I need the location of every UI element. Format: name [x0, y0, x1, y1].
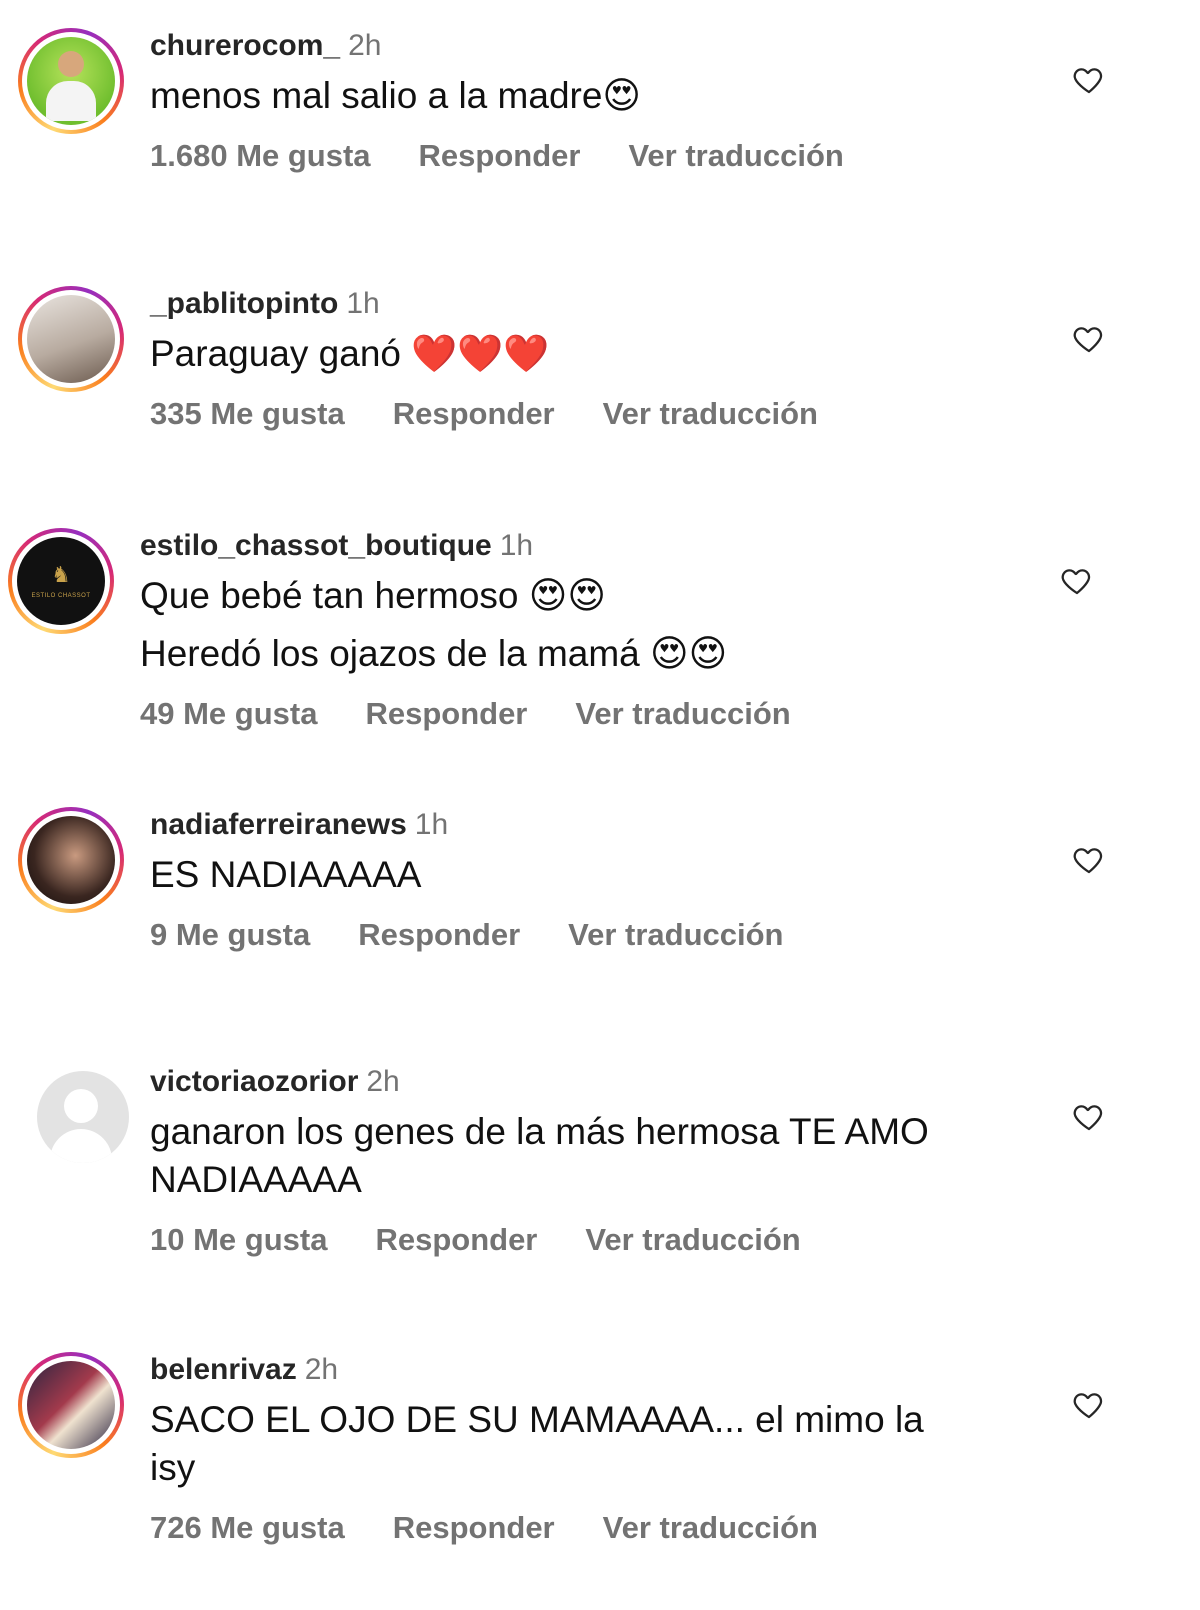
comment-username[interactable]: nadiaferreiranews — [150, 808, 407, 841]
comment-time: 1h — [414, 808, 449, 841]
heart-outline-icon[interactable] — [1060, 564, 1094, 598]
heart-outline-icon[interactable] — [1072, 1388, 1106, 1422]
reply-button[interactable]: Responder — [393, 396, 555, 431]
reply-button[interactable]: Responder — [365, 696, 527, 731]
see-translation-button[interactable]: Ver traducción — [585, 1222, 800, 1257]
comment-text: SACO EL OJO DE SU MAMAAAA... el mimo la … — [150, 1399, 924, 1488]
avatar[interactable] — [18, 1352, 124, 1458]
avatar[interactable] — [18, 807, 124, 913]
comment-text: ganaron los genes de la más hermosa TE A… — [150, 1111, 929, 1200]
likes-count[interactable]: 10 Me gusta — [150, 1222, 327, 1257]
comment-text: Paraguay ganó ❤️❤️❤️ — [150, 333, 550, 374]
heart-outline-icon[interactable] — [1072, 63, 1106, 97]
person-silhouette-icon — [37, 1071, 129, 1163]
heart-outline-icon[interactable] — [1072, 1100, 1106, 1134]
comment-text: menos mal salio a la madre😍 — [150, 75, 641, 116]
comment-time: 2h — [366, 1065, 400, 1098]
comment-time: 1h — [346, 287, 380, 320]
see-translation-button[interactable]: Ver traducción — [568, 917, 783, 952]
reply-button[interactable]: Responder — [375, 1222, 537, 1257]
likes-count[interactable]: 726 Me gusta — [150, 1510, 345, 1545]
reply-button[interactable]: Responder — [419, 138, 581, 173]
likes-count[interactable]: 9 Me gusta — [150, 917, 310, 952]
comment-text: Que bebé tan hermoso 😍😍 Heredó los ojazo… — [140, 575, 728, 674]
likes-count[interactable]: 335 Me gusta — [150, 396, 345, 431]
comment-username[interactable]: _pablitopinto — [150, 287, 338, 320]
comment-username[interactable]: belenrivaz — [150, 1353, 297, 1386]
heart-outline-icon[interactable] — [1072, 322, 1106, 356]
heart-outline-icon[interactable] — [1072, 843, 1106, 877]
see-translation-button[interactable]: Ver traducción — [575, 696, 790, 731]
see-translation-button[interactable]: Ver traducción — [603, 1510, 818, 1545]
avatar[interactable]: ♞ ESTILO CHASSOT — [8, 528, 114, 634]
comment-username[interactable]: estilo_chassot_boutique — [140, 529, 492, 562]
comment-time: 1h — [499, 529, 534, 562]
avatar[interactable] — [18, 286, 124, 392]
likes-count[interactable]: 49 Me gusta — [140, 696, 317, 731]
comment-time: 2h — [304, 1353, 339, 1386]
comment-username[interactable]: churerocom_ — [150, 29, 340, 62]
reply-button[interactable]: Responder — [358, 917, 520, 952]
avatar[interactable] — [18, 28, 124, 134]
likes-count[interactable]: 1.680 Me gusta — [150, 138, 371, 173]
comment-username[interactable]: victoriaozorior — [150, 1065, 358, 1098]
comment-time: 2h — [348, 29, 382, 62]
comment-text: ES NADIAAAAA — [150, 854, 422, 895]
see-translation-button[interactable]: Ver traducción — [603, 396, 818, 431]
avatar[interactable] — [30, 1064, 136, 1170]
see-translation-button[interactable]: Ver traducción — [628, 138, 843, 173]
reply-button[interactable]: Responder — [393, 1510, 555, 1545]
